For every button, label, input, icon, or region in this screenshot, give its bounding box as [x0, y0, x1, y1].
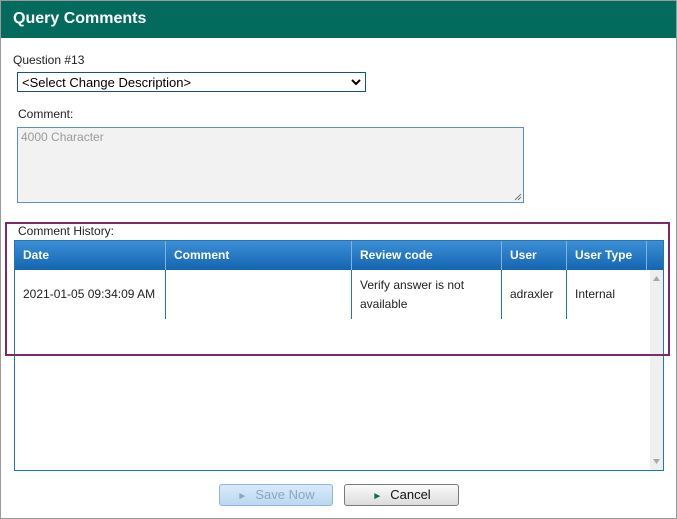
- dialog-title: Query Comments: [13, 10, 147, 27]
- cell-user: adraxler: [502, 270, 567, 319]
- column-header-user-type[interactable]: User Type: [567, 241, 647, 270]
- scroll-up-arrow-icon[interactable]: [653, 276, 660, 281]
- play-arrow-icon: ►: [237, 491, 248, 502]
- column-header-comment[interactable]: Comment: [166, 241, 352, 270]
- chevron-down-icon: [351, 79, 361, 86]
- save-now-button[interactable]: ► Save Now: [219, 484, 333, 506]
- table-row[interactable]: 2021-01-05 09:34:09 AM Verify answer is …: [15, 270, 649, 319]
- cancel-button[interactable]: ► Cancel: [344, 484, 459, 506]
- scroll-down-arrow-icon[interactable]: [653, 459, 660, 464]
- review-code-line-1: Verify answer is not: [360, 278, 465, 292]
- column-header-user[interactable]: User: [502, 241, 567, 270]
- query-comments-dialog: Query Comments Question #13 <Select Chan…: [0, 0, 677, 519]
- comment-textarea[interactable]: 4000 Character: [17, 127, 524, 203]
- comment-placeholder: 4000 Character: [21, 130, 104, 144]
- resize-grip-icon[interactable]: [514, 193, 522, 201]
- column-header-date[interactable]: Date: [15, 241, 166, 270]
- cell-user-type: Internal: [575, 287, 616, 301]
- change-description-select[interactable]: <Select Change Description>: [17, 72, 366, 92]
- cancel-label: Cancel: [390, 487, 431, 502]
- column-header-review-code[interactable]: Review code: [352, 241, 502, 270]
- cell-date: 2021-01-05 09:34:09 AM: [15, 270, 166, 319]
- comment-history-label: Comment History:: [18, 224, 115, 238]
- cell-review-code: Verify answer is not available: [352, 270, 502, 319]
- question-label: Question #13: [13, 53, 85, 67]
- review-code-line-2: available: [360, 297, 408, 311]
- select-value: <Select Change Description>: [22, 75, 192, 90]
- grid-scrollbar[interactable]: [650, 270, 663, 470]
- dialog-titlebar: Query Comments: [1, 1, 676, 38]
- save-now-label: Save Now: [255, 487, 315, 502]
- comment-label: Comment:: [18, 107, 74, 121]
- cell-comment: [166, 270, 352, 319]
- comment-history-grid: Date Comment Review code User User Type …: [14, 240, 664, 471]
- grid-header: Date Comment Review code User User Type: [15, 241, 663, 270]
- play-arrow-icon: ►: [372, 491, 383, 502]
